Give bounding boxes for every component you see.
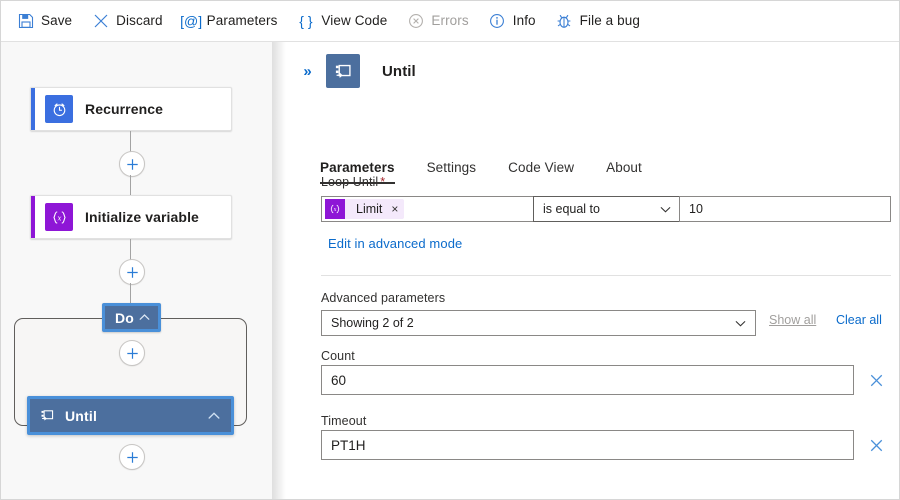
advanced-parameters-label: Advanced parameters — [321, 291, 445, 305]
add-action-button-3[interactable] — [119, 340, 145, 366]
discard-label: Discard — [116, 14, 162, 28]
collapse-panel-button[interactable]: » — [296, 60, 318, 82]
node-until-label: Until — [65, 408, 97, 424]
tab-code-view[interactable]: Code View — [508, 160, 574, 184]
node-accent-bar — [31, 196, 35, 238]
node-initialize-variable[interactable]: x Initialize variable — [30, 195, 232, 239]
errors-button[interactable]: Errors — [403, 9, 478, 34]
timeout-input[interactable]: PT1H — [321, 430, 854, 460]
discard-button[interactable]: Discard — [88, 9, 172, 34]
view-code-label: View Code — [321, 14, 387, 28]
node-recurrence-label: Recurrence — [85, 101, 163, 117]
loop-until-row: x Limit × is equal to 10 — [321, 196, 891, 222]
chevron-down-icon — [734, 317, 747, 330]
parameters-icon: [@] — [183, 13, 200, 30]
edit-in-advanced-mode-link[interactable]: Edit in advanced mode — [328, 236, 462, 251]
required-marker: * — [380, 175, 385, 189]
loop-until-label: Loop Until* — [321, 175, 385, 189]
count-value: 60 — [331, 373, 346, 388]
add-action-button-1[interactable] — [119, 151, 145, 177]
node-accent-bar — [31, 88, 35, 130]
parameters-button[interactable]: [@] Parameters — [179, 9, 288, 34]
file-a-bug-label: File a bug — [580, 14, 640, 28]
token-chip-limit[interactable]: x Limit × — [325, 199, 404, 219]
node-initialize-variable-label: Initialize variable — [85, 209, 199, 225]
bug-icon — [556, 13, 573, 30]
view-code-icon: { } — [297, 13, 314, 30]
logic-app-designer: Save Discard [@] Parameters { } View Cod… — [0, 0, 900, 500]
count-label: Count — [321, 349, 355, 363]
clear-all-button[interactable]: Clear all — [836, 313, 882, 327]
parameters-label: Parameters — [207, 14, 278, 28]
count-input[interactable]: 60 — [321, 365, 854, 395]
variable-icon: x — [325, 199, 345, 219]
save-label: Save — [41, 14, 72, 28]
tab-settings[interactable]: Settings — [427, 160, 477, 184]
token-chip-label: Limit — [356, 202, 382, 216]
info-button[interactable]: Info — [485, 9, 546, 34]
page-title: Until — [382, 63, 416, 80]
do-node-label: Do — [115, 310, 134, 326]
advanced-parameters-select[interactable]: Showing 2 of 2 — [321, 310, 756, 336]
save-button[interactable]: Save — [13, 9, 82, 34]
clock-icon — [45, 95, 73, 123]
advanced-parameters-value: Showing 2 of 2 — [331, 316, 414, 330]
show-all-button[interactable]: Show all — [769, 313, 816, 327]
add-action-button-4[interactable] — [119, 444, 145, 470]
tab-about[interactable]: About — [606, 160, 642, 184]
command-bar: Save Discard [@] Parameters { } View Cod… — [1, 1, 900, 42]
svg-text:x: x — [334, 207, 337, 213]
errors-label: Errors — [431, 14, 468, 28]
close-icon[interactable]: × — [391, 203, 398, 215]
loop-until-operator-select[interactable]: is equal to — [533, 196, 680, 222]
chevron-up-icon[interactable] — [207, 409, 221, 423]
add-action-button-2[interactable] — [119, 259, 145, 285]
node-until[interactable]: Until — [27, 396, 234, 435]
discard-icon — [92, 13, 109, 30]
chevron-up-icon[interactable] — [138, 311, 151, 324]
panel-edge-shadow — [272, 42, 286, 500]
until-loop-icon — [40, 408, 55, 423]
node-recurrence[interactable]: Recurrence — [30, 87, 232, 131]
info-label: Info — [513, 14, 536, 28]
timeout-label: Timeout — [321, 414, 366, 428]
loop-until-value: 10 — [689, 202, 703, 216]
info-icon — [489, 13, 506, 30]
svg-text:x: x — [57, 213, 61, 222]
section-divider — [321, 275, 891, 276]
do-node[interactable]: Do — [102, 303, 161, 332]
loop-until-operator-value: is equal to — [543, 202, 600, 216]
loop-until-value-input[interactable]: 10 — [679, 196, 891, 222]
loop-until-label-text: Loop Until — [321, 175, 378, 189]
panel-header: » Until — [286, 42, 900, 100]
errors-icon — [407, 13, 424, 30]
workflow-canvas[interactable]: Recurrence x Initialize variable — [1, 42, 272, 500]
clear-count-button[interactable] — [865, 369, 887, 391]
timeout-value: PT1H — [331, 438, 366, 453]
file-a-bug-button[interactable]: File a bug — [552, 9, 650, 34]
save-icon — [17, 13, 34, 30]
until-loop-icon — [326, 54, 360, 88]
chevron-down-icon — [659, 203, 672, 216]
clear-timeout-button[interactable] — [865, 434, 887, 456]
variable-icon: x — [45, 203, 73, 231]
loop-until-left-operand[interactable]: x Limit × — [321, 196, 534, 222]
view-code-button[interactable]: { } View Code — [293, 9, 397, 34]
